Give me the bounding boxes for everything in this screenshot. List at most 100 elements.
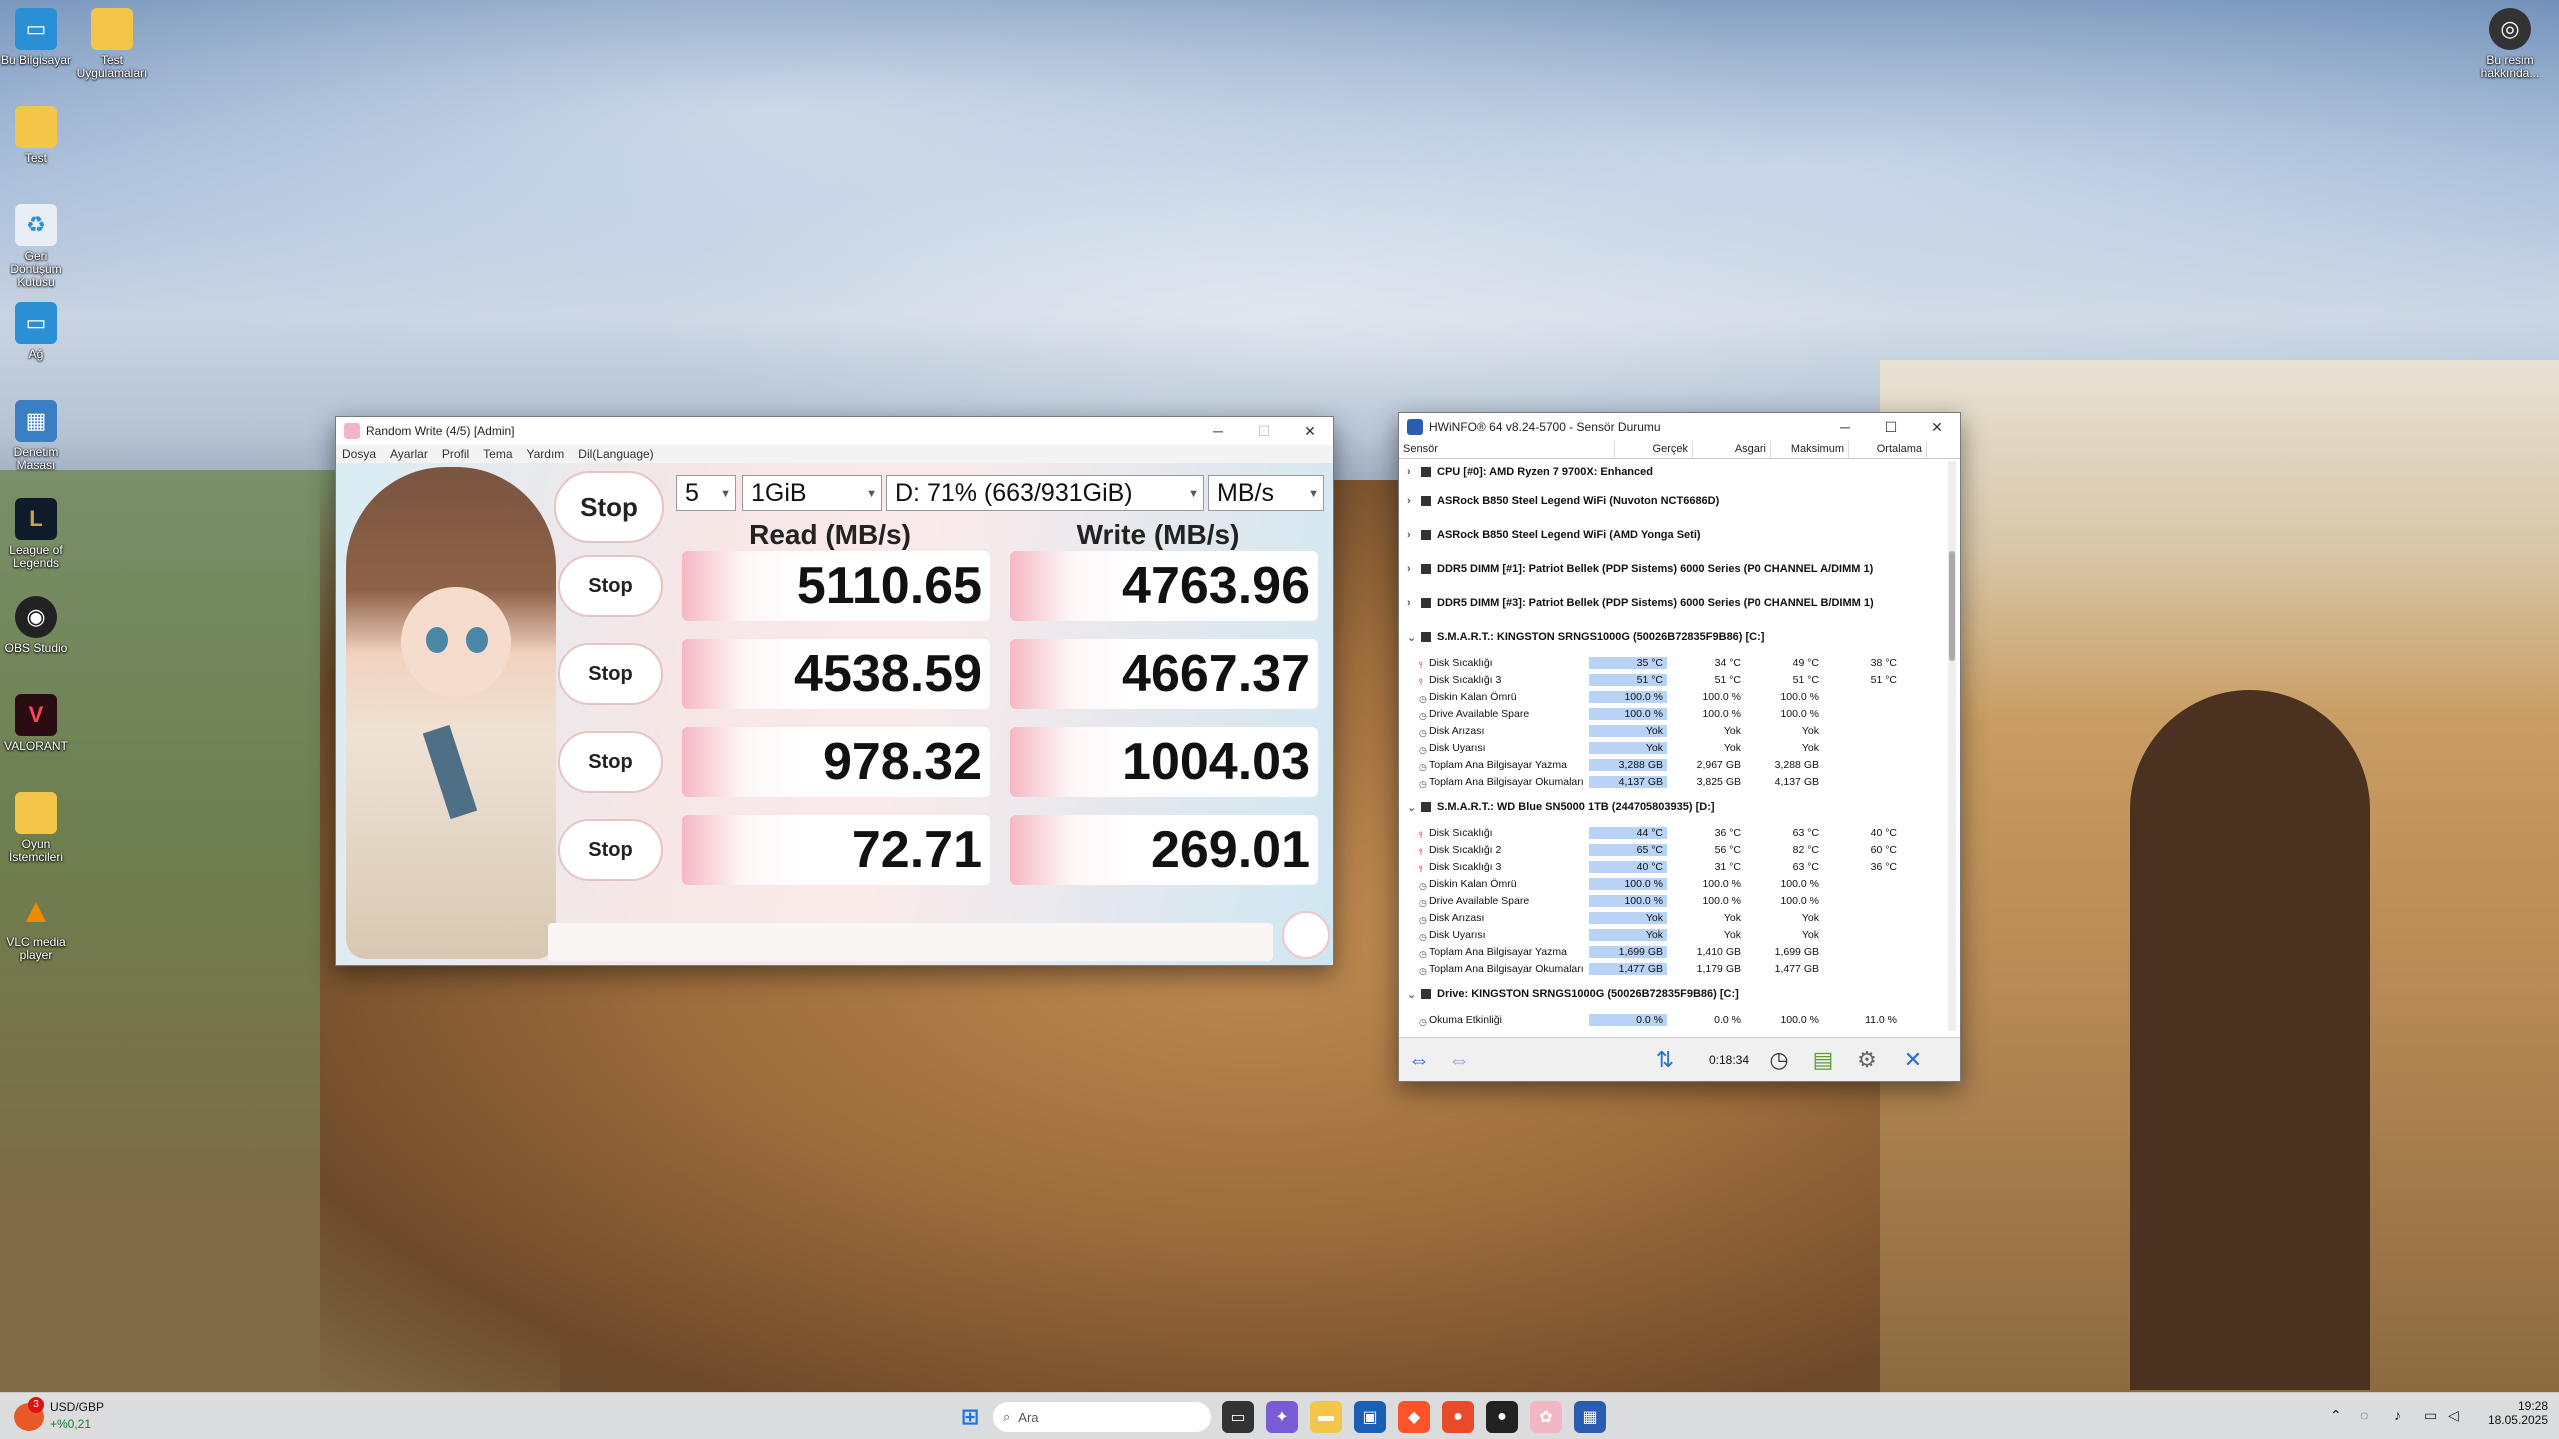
close-button[interactable]: ✕ <box>1914 413 1960 441</box>
sensor-row[interactable]: ◷ Toplam Ana Bilgisayar Okumaları 4,137 GB… <box>1399 773 1939 790</box>
sensor-row[interactable]: ◷ Disk Uyarısı Yok Yok Yok <box>1399 739 1939 756</box>
clock-icon[interactable]: ◷ <box>1763 1044 1795 1076</box>
copilot-icon[interactable]: ✦ <box>1266 1401 1298 1433</box>
desktop-icon-obs-studio[interactable]: ◉ OBS Studio <box>0 596 74 655</box>
close-button[interactable]: ✕ <box>1287 417 1333 445</box>
network-sensors-icon[interactable]: ⇅ <box>1649 1044 1681 1076</box>
desktop-icon-game-clients[interactable]: Oyun İstemcileri <box>0 792 74 864</box>
character-tie <box>422 724 478 820</box>
desktop-icon-valorant[interactable]: V VALORANT <box>0 694 74 753</box>
menu-file[interactable]: Dosya <box>342 447 376 461</box>
settings-gear-icon[interactable]: ⚙ <box>1851 1044 1883 1076</box>
log-file-icon[interactable]: ▤ <box>1807 1044 1839 1076</box>
vertical-scrollbar[interactable] <box>1948 461 1956 1031</box>
mic-icon[interactable]: ♪ <box>2394 1407 2401 1423</box>
group-mobo-chipset[interactable]: › ASRock B850 Steel Legend WiFi (AMD Yong… <box>1399 518 1939 552</box>
sensor-row[interactable]: ⫯ Disk Sıcaklığı 44 °C 36 °C 63 °C 40 °C <box>1399 824 1939 841</box>
group-dimm3[interactable]: › DDR5 DIMM [#3]: Patriot Bellek (PDP Sis… <box>1399 586 1939 620</box>
network-icon[interactable]: ▭ <box>2424 1407 2437 1424</box>
menu-help[interactable]: Yardım <box>527 447 565 461</box>
desktop-icon-recycle-bin[interactable]: ♻ Geri Dönüşüm Kutusu <box>0 204 74 289</box>
desktop-icon-league-of-legends[interactable]: L League of Legends <box>0 498 74 570</box>
cdm-titlebar[interactable]: Random Write (4/5) [Admin] ─ ☐ ✕ <box>336 417 1333 445</box>
volume-icon[interactable]: ◁ <box>2448 1407 2459 1424</box>
desktop-icon-vlc[interactable]: ▲ VLC media player <box>0 890 74 962</box>
sensor-row[interactable]: ◷ Disk Arızası Yok Yok Yok <box>1399 909 1939 926</box>
desktop-icon-control-panel[interactable]: ▦ Denetim Masası <box>0 400 74 472</box>
brave-browser-icon[interactable]: ◆ <box>1398 1401 1430 1433</box>
maximize-button[interactable]: ☐ <box>1241 417 1287 445</box>
stop-button-row3[interactable]: Stop <box>558 731 663 793</box>
chevron-up-icon[interactable]: ⌃ <box>2330 1407 2342 1424</box>
sensor-row[interactable]: ◷ Diskin Kalan Ömrü 100.0 % 100.0 % 100.0 % <box>1399 875 1939 892</box>
size-select[interactable]: 1GiB ▼ <box>742 475 882 511</box>
sensor-row[interactable]: ⫯ Disk Sıcaklığı 3 40 °C 31 °C 63 °C 36 °C <box>1399 858 1939 875</box>
desktop-about-picture[interactable]: ◎ Bu resim hakkında... <box>2472 8 2548 80</box>
sensor-row[interactable]: ◷ Drive Available Spare 100.0 % 100.0 % 100.… <box>1399 892 1939 909</box>
sensor-row[interactable]: ◷ Toplam Ana Bilgisayar Okumaları 1,477 GB… <box>1399 960 1939 977</box>
scrollbar-thumb[interactable] <box>1949 551 1955 661</box>
menu-profile[interactable]: Profil <box>442 447 469 461</box>
sensor-row[interactable]: ◷ Disk Arızası Yok Yok Yok <box>1399 722 1939 739</box>
sensor-row[interactable]: ◷ Diskin Kalan Ömrü 100.0 % 100.0 % 100.0 % <box>1399 688 1939 705</box>
col-current[interactable]: Gerçek <box>1615 441 1693 458</box>
group-smart-wd[interactable]: ⌄ S.M.A.R.T.: WD Blue SN5000 1TB (2447058… <box>1399 790 1939 824</box>
menu-settings[interactable]: Ayarlar <box>390 447 428 461</box>
max-value: 100.0 % <box>1780 707 1819 720</box>
search-box[interactable]: ⌕ Ara <box>992 1401 1212 1433</box>
sensor-row[interactable]: ◷ Toplam Ana Bilgisayar Yazma 1,699 GB 1,41… <box>1399 943 1939 960</box>
menu-language[interactable]: Dil(Language) <box>578 447 653 461</box>
mic-icon[interactable]: ◌ <box>2360 1407 2368 1423</box>
sensor-row[interactable]: ⫯ Disk Sıcaklığı 3 51 °C 51 °C 51 °C 51 °C <box>1399 671 1939 688</box>
group-cpu[interactable]: › CPU [#0]: AMD Ryzen 7 9700X: Enhanced <box>1399 460 1939 484</box>
desktop-icon-test[interactable]: Test <box>0 106 74 165</box>
stop-button-row4[interactable]: Stop <box>558 819 663 881</box>
app-icon[interactable]: ● <box>1442 1401 1474 1433</box>
widget-title[interactable]: USD/GBP <box>50 1400 104 1414</box>
stop-all-button[interactable]: Stop <box>554 471 664 543</box>
hwinfo-taskbar-icon[interactable]: ▦ <box>1574 1401 1606 1433</box>
sensor-row[interactable]: ◷ Drive Available Spare 100.0 % 100.0 % 100.… <box>1399 705 1939 722</box>
arrows-collapse-icon[interactable]: ⇔ <box>1443 1044 1475 1076</box>
crystaldiskmark-window[interactable]: Random Write (4/5) [Admin] ─ ☐ ✕ Dosya A… <box>335 416 1334 966</box>
start-windows-icon[interactable]: ⊞ <box>954 1401 986 1433</box>
sensor-name: ◷ Drive Available Spare <box>1419 707 1530 721</box>
task-view-icon[interactable]: ▭ <box>1222 1401 1254 1433</box>
col-min[interactable]: Asgari <box>1693 441 1771 458</box>
col-avg[interactable]: Ortalama <box>1849 441 1927 458</box>
desktop-icon-this-pc[interactable]: ▭ Bu Bilgisayar <box>0 8 74 67</box>
sensor-row[interactable]: ⫯ Disk Sıcaklığı 2 65 °C 56 °C 82 °C 60 °C <box>1399 841 1939 858</box>
sensor-row[interactable]: ◷ Disk Uyarısı Yok Yok Yok <box>1399 926 1939 943</box>
desktop-icon-test-apps[interactable]: Test Uygulamaları <box>74 8 150 80</box>
unit-select[interactable]: MB/s ▼ <box>1208 475 1324 511</box>
clock[interactable]: 19:28 18.05.2025 <box>2478 1399 2548 1427</box>
close-x-icon[interactable]: ✕ <box>1897 1044 1929 1076</box>
hw-titlebar[interactable]: HWiNFO® 64 v8.24-5700 - Sensör Durumu ─ … <box>1399 413 1960 441</box>
crystaldiskmark-taskbar-icon[interactable]: ✿ <box>1530 1401 1562 1433</box>
minimize-button[interactable]: ─ <box>1195 417 1241 445</box>
sensor-name: ◷ Disk Uyarısı <box>1419 928 1486 942</box>
app-icon[interactable]: ● <box>1486 1401 1518 1433</box>
sensor-row[interactable]: ◷ Okuma Etkinliği 0.0 % 0.0 % 100.0 % 11.0 % <box>1399 1011 1939 1028</box>
arrows-expand-icon[interactable]: ⇔ <box>1403 1044 1435 1076</box>
group-dimm1[interactable]: › DDR5 DIMM [#1]: Patriot Bellek (PDP Sis… <box>1399 552 1939 586</box>
col-max[interactable]: Maksimum <box>1771 441 1849 458</box>
desktop-icon-network[interactable]: ▭ Ağ <box>0 302 74 361</box>
sensor-row[interactable]: ⫯ Disk Sıcaklığı 35 °C 34 °C 49 °C 38 °C <box>1399 654 1939 671</box>
drive-select[interactable]: D: 71% (663/931GiB) ▼ <box>886 475 1204 511</box>
col-sensor[interactable]: Sensör <box>1399 441 1615 458</box>
hwinfo-window[interactable]: HWiNFO® 64 v8.24-5700 - Sensör Durumu ─ … <box>1398 412 1961 1082</box>
stop-button-row1[interactable]: Stop <box>558 555 663 617</box>
count-select[interactable]: 5 ▼ <box>676 475 736 511</box>
group-drive-kingston[interactable]: ⌄ Drive: KINGSTON SRNGS1000G (50026B72835… <box>1399 977 1939 1011</box>
stop-button-row2[interactable]: Stop <box>558 643 663 705</box>
group-mobo-nuvoton[interactable]: › ASRock B850 Steel Legend WiFi (Nuvoton … <box>1399 484 1939 518</box>
group-smart-kingston[interactable]: ⌄ S.M.A.R.T.: KINGSTON SRNGS1000G (50026B… <box>1399 620 1939 654</box>
size-value: 1GiB <box>751 478 807 507</box>
sensor-row[interactable]: ◷ Toplam Ana Bilgisayar Yazma 3,288 GB 2,96… <box>1399 756 1939 773</box>
store-icon[interactable]: ▣ <box>1354 1401 1386 1433</box>
minimize-button[interactable]: ─ <box>1822 413 1868 441</box>
file-explorer-icon[interactable]: ▬ <box>1310 1401 1342 1433</box>
menu-theme[interactable]: Tema <box>483 447 512 461</box>
maximize-button[interactable]: ☐ <box>1868 413 1914 441</box>
